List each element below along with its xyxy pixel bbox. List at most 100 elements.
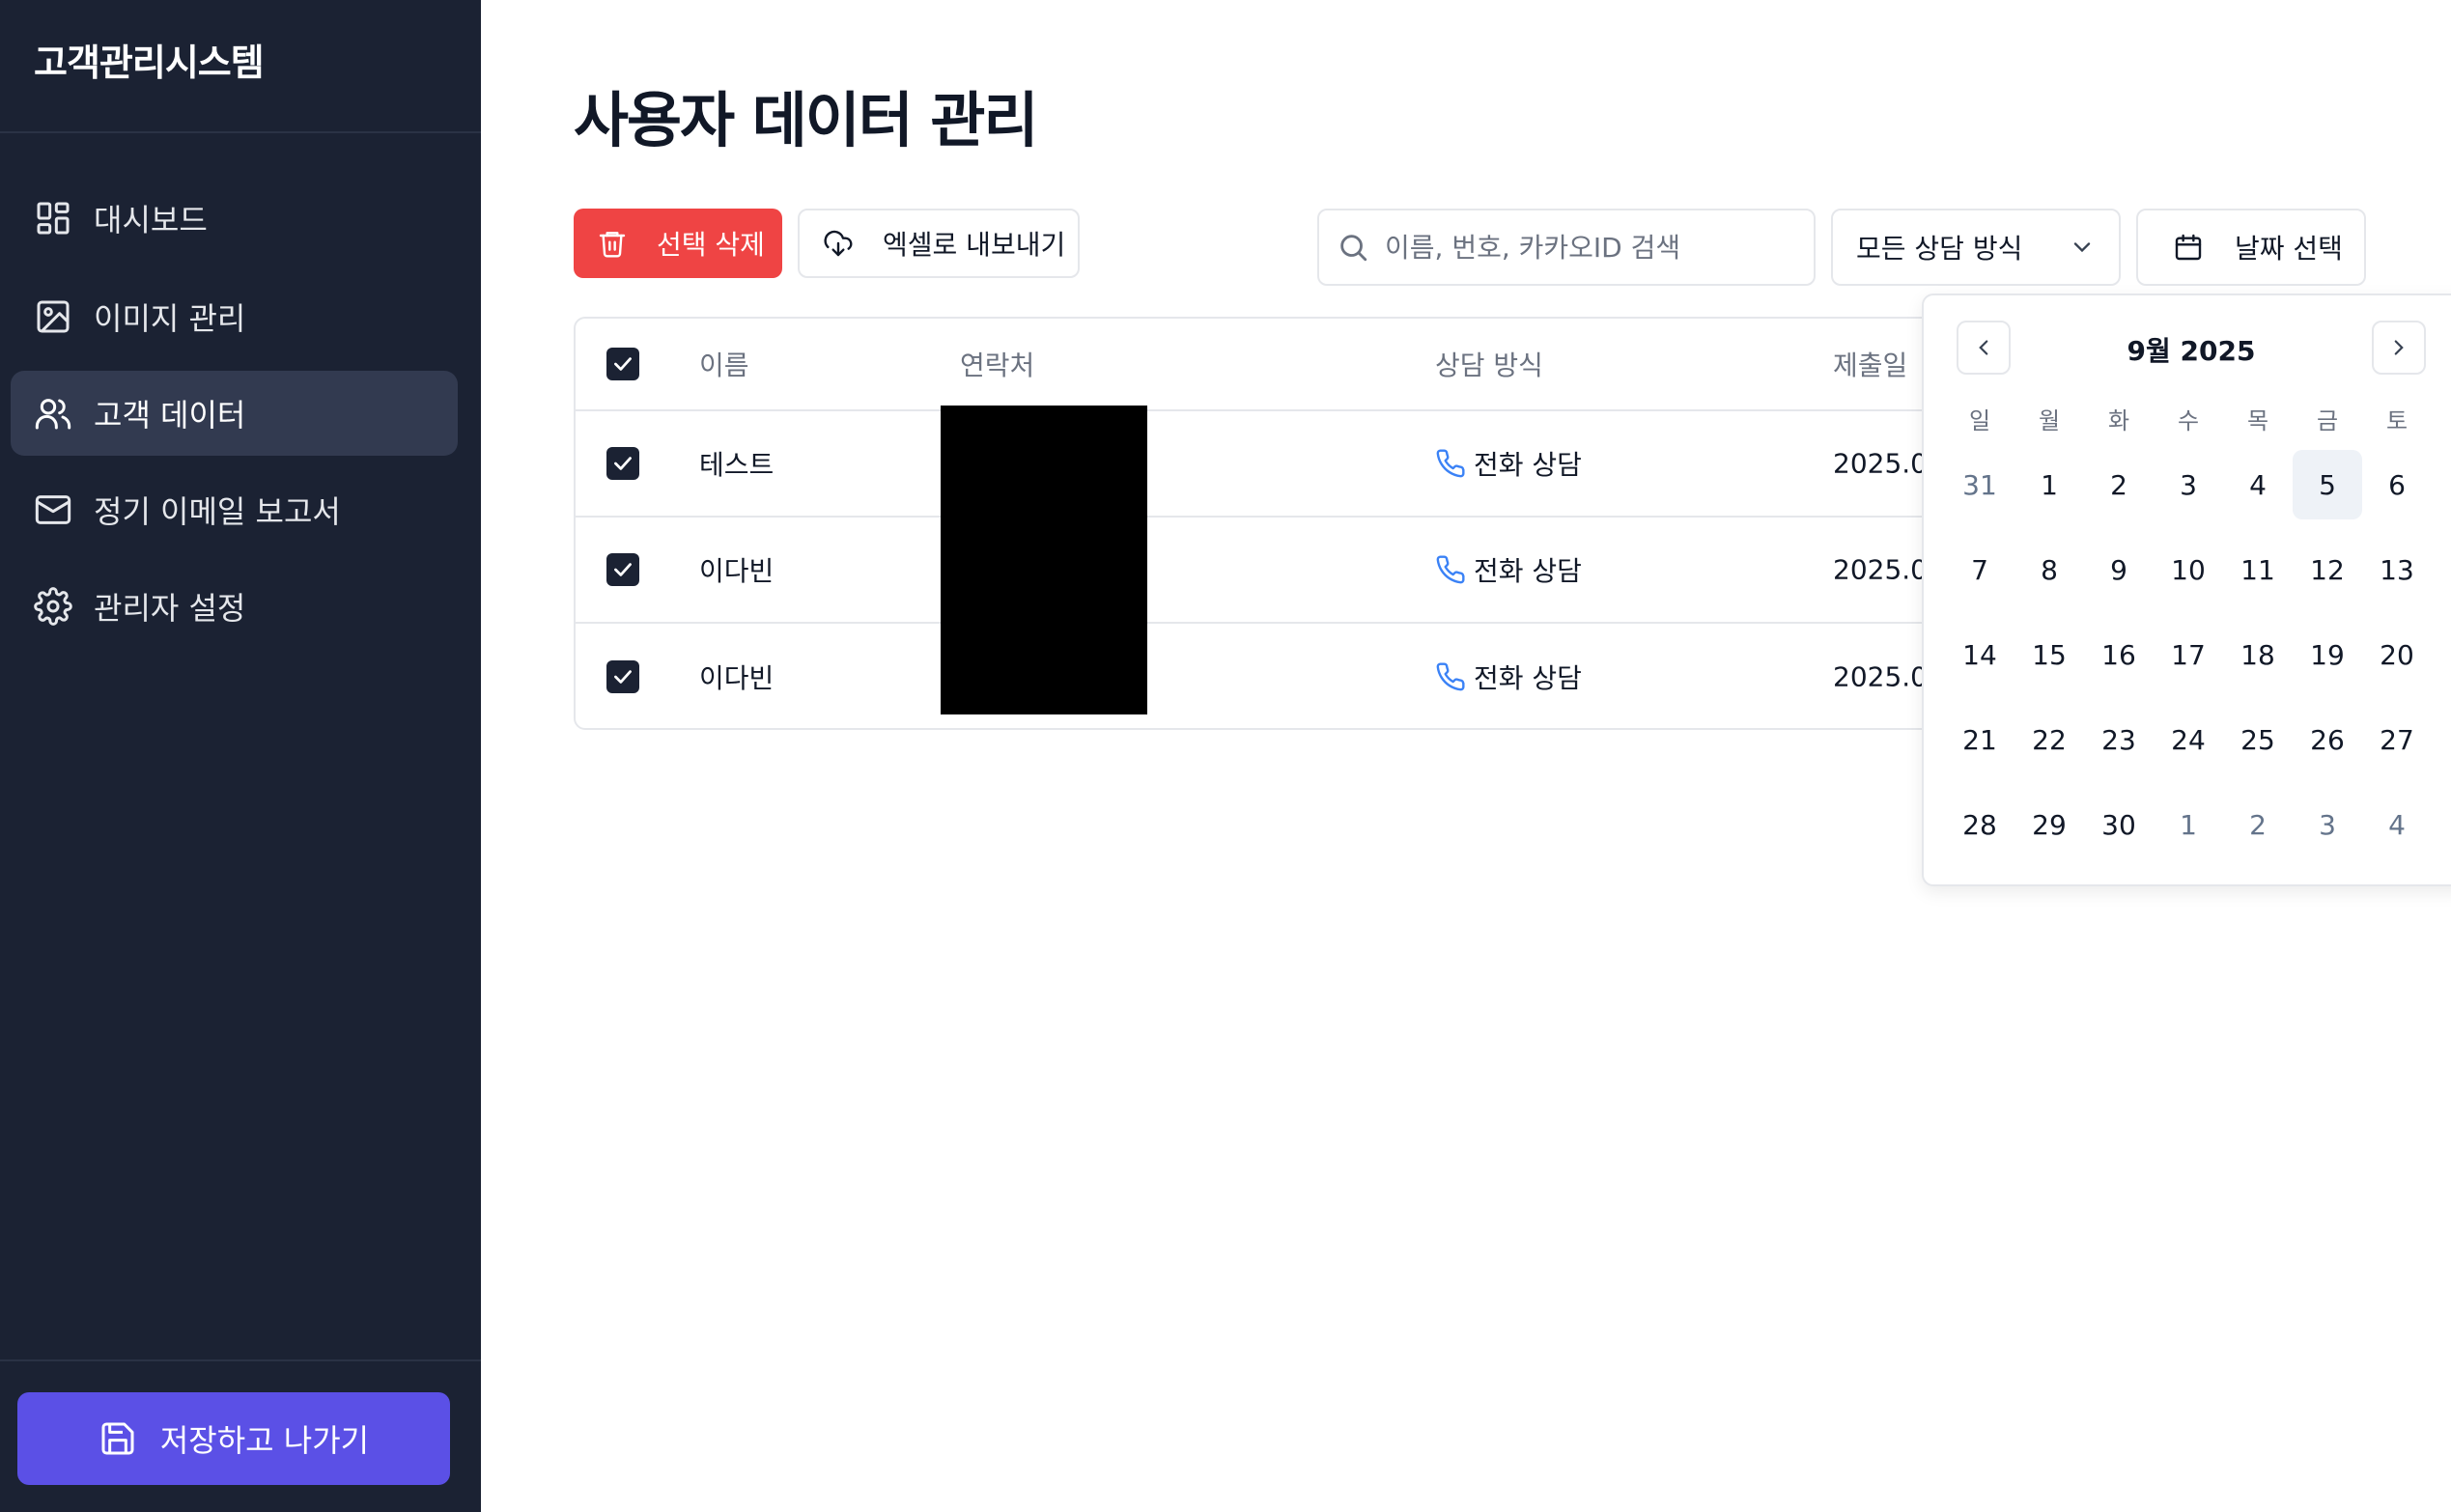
calendar-day[interactable]: 2 — [2084, 450, 2154, 519]
sidebar: 고객관리시스템 대시보드 이미지 관리 고객 데이터 정기 이메일 보고서 관리… — [0, 0, 481, 1512]
calendar-day[interactable]: 19 — [2293, 620, 2362, 689]
row-method: 전화 상담 — [1435, 550, 1582, 589]
calendar-day[interactable]: 25 — [2223, 705, 2293, 774]
calendar-icon — [2173, 232, 2204, 263]
redacted-contact-block — [941, 406, 1147, 714]
calendar-day[interactable]: 21 — [1945, 705, 2014, 774]
calendar-day[interactable]: 8 — [2014, 535, 2084, 604]
chevron-down-icon — [2069, 234, 2096, 261]
method-label: 전화 상담 — [1474, 662, 1582, 694]
consult-method-select[interactable]: 모든 상담 방식 — [1831, 209, 2121, 286]
sidebar-item-dashboard[interactable]: 대시보드 — [11, 176, 458, 261]
column-header-name[interactable]: 이름 — [699, 345, 749, 383]
phone-icon — [1435, 448, 1466, 479]
sidebar-item-label: 대시보드 — [94, 202, 208, 238]
row-date: 2025.0 — [1833, 660, 1928, 693]
calendar-day[interactable]: 27 — [2362, 705, 2432, 774]
calendar-day[interactable]: 16 — [2084, 620, 2154, 689]
sidebar-item-admin-settings[interactable]: 관리자 설정 — [11, 564, 458, 649]
calendar-day[interactable]: 11 — [2223, 535, 2293, 604]
calendar-day[interactable]: 26 — [2293, 705, 2362, 774]
search-box — [1317, 209, 1816, 286]
trash-icon — [597, 228, 628, 259]
weekday-label: 금 — [2316, 407, 2339, 434]
calendar-day[interactable]: 29 — [2014, 790, 2084, 859]
save-icon — [99, 1419, 137, 1458]
calendar-day[interactable]: 1 — [2014, 450, 2084, 519]
method-label: 전화 상담 — [1474, 555, 1582, 587]
calendar-day[interactable]: 10 — [2154, 535, 2223, 604]
calendar-day[interactable]: 7 — [1945, 535, 2014, 604]
column-header-method[interactable]: 상담 방식 — [1435, 345, 1543, 383]
calendar-day[interactable]: 5 — [2293, 450, 2362, 519]
calendar-day[interactable]: 4 — [2362, 790, 2432, 859]
calendar-day[interactable]: 31 — [1945, 450, 2014, 519]
row-method: 전화 상담 — [1435, 658, 1582, 696]
calendar-next-button[interactable] — [2372, 321, 2426, 375]
row-checkbox[interactable] — [606, 660, 639, 693]
row-method: 전화 상담 — [1435, 444, 1582, 483]
calendar-day[interactable]: 2 — [2223, 790, 2293, 859]
sidebar-item-customer-data[interactable]: 고객 데이터 — [11, 371, 458, 456]
mail-icon — [34, 490, 72, 529]
calendar-day[interactable]: 22 — [2014, 705, 2084, 774]
row-date: 2025.0 — [1833, 447, 1928, 480]
calendar-prev-button[interactable] — [1957, 321, 2011, 375]
delete-selected-button[interactable]: 선택 삭제 — [574, 209, 782, 278]
sidebar-divider — [0, 1359, 481, 1361]
save-and-exit-button[interactable]: 저장하고 나가기 — [17, 1392, 450, 1485]
calendar-day[interactable]: 1 — [2154, 790, 2223, 859]
weekday-label: 일 — [1968, 407, 1991, 434]
sidebar-item-label: 정기 이메일 보고서 — [94, 493, 341, 530]
calendar-day[interactable]: 17 — [2154, 620, 2223, 689]
search-input[interactable] — [1385, 231, 1790, 264]
weekday-label: 화 — [2107, 407, 2130, 434]
date-picker-button[interactable]: 날짜 선택 — [2136, 209, 2366, 286]
calendar-day[interactable]: 3 — [2293, 790, 2362, 859]
export-excel-label: 엑셀로 내보내기 — [883, 229, 1066, 261]
date-picker-label: 날짜 선택 — [2235, 233, 2343, 265]
calendar-day[interactable]: 14 — [1945, 620, 2014, 689]
row-name: 테스트 — [699, 449, 775, 481]
chevron-right-icon — [2386, 335, 2411, 360]
calendar-day[interactable]: 6 — [2362, 450, 2432, 519]
app-root: 고객관리시스템 대시보드 이미지 관리 고객 데이터 정기 이메일 보고서 관리… — [0, 0, 2451, 1512]
row-checkbox[interactable] — [606, 553, 639, 586]
sidebar-divider — [0, 131, 481, 133]
column-header-date[interactable]: 제출일 — [1833, 345, 1907, 383]
cloud-download-icon — [823, 228, 854, 259]
calendar-day[interactable]: 12 — [2293, 535, 2362, 604]
search-icon — [1337, 231, 1369, 264]
select-all-checkbox[interactable] — [606, 348, 639, 380]
weekday-label: 토 — [2385, 407, 2409, 434]
calendar-day[interactable]: 3 — [2154, 450, 2223, 519]
weekday-label: 수 — [2177, 407, 2200, 434]
phone-icon — [1435, 661, 1466, 692]
sidebar-item-label: 이미지 관리 — [94, 300, 246, 337]
sidebar-item-email-report[interactable]: 정기 이메일 보고서 — [11, 467, 458, 552]
brand-title: 고객관리시스템 — [34, 42, 265, 84]
calendar-day[interactable]: 9 — [2084, 535, 2154, 604]
calendar-day[interactable]: 18 — [2223, 620, 2293, 689]
sidebar-item-label: 고객 데이터 — [94, 397, 246, 434]
phone-icon — [1435, 554, 1466, 585]
sidebar-item-label: 관리자 설정 — [94, 590, 246, 627]
method-label: 전화 상담 — [1474, 449, 1582, 481]
consult-method-selected: 모든 상담 방식 — [1856, 233, 2023, 265]
calendar-day[interactable]: 28 — [1945, 790, 2014, 859]
weekday-label: 목 — [2246, 407, 2269, 434]
export-excel-button[interactable]: 엑셀로 내보내기 — [798, 209, 1080, 278]
calendar-day[interactable]: 24 — [2154, 705, 2223, 774]
calendar-day[interactable]: 13 — [2362, 535, 2432, 604]
calendar-weekdays: 일 월 화 수 목 금 토 — [1945, 402, 2432, 435]
row-checkbox[interactable] — [606, 447, 639, 480]
calendar-day[interactable]: 15 — [2014, 620, 2084, 689]
column-header-contact[interactable]: 연락처 — [960, 345, 1034, 383]
chevron-left-icon — [1971, 335, 1996, 360]
sidebar-item-images[interactable]: 이미지 관리 — [11, 274, 458, 359]
calendar-day[interactable]: 20 — [2362, 620, 2432, 689]
calendar-day[interactable]: 23 — [2084, 705, 2154, 774]
calendar-day[interactable]: 30 — [2084, 790, 2154, 859]
calendar-day[interactable]: 4 — [2223, 450, 2293, 519]
row-date: 2025.0 — [1833, 553, 1928, 586]
